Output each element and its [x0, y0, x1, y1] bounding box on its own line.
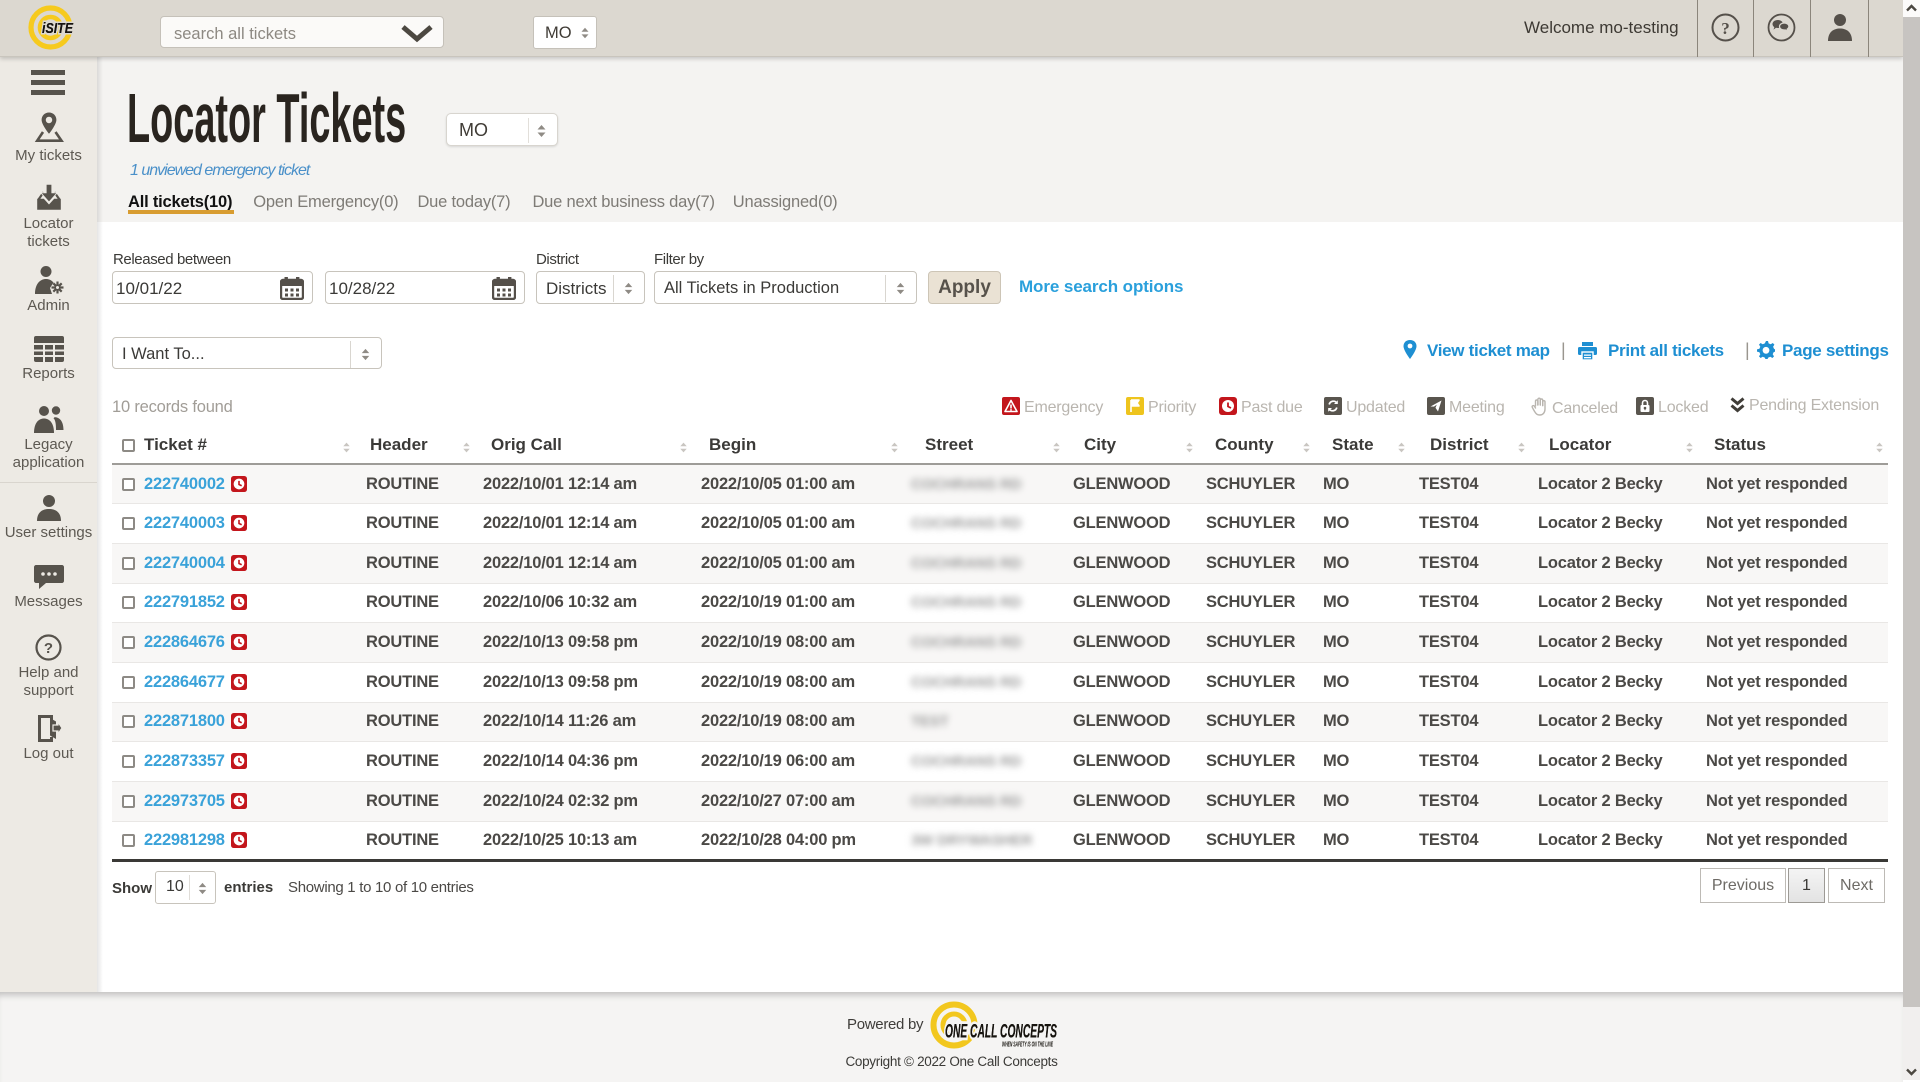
- svg-text:WHEN SAFETY IS ON THE LINE: WHEN SAFETY IS ON THE LINE: [1002, 1042, 1053, 1049]
- svg-text:?: ?: [1721, 19, 1730, 38]
- svg-text:ONE CALL CONCEPTS: ONE CALL CONCEPTS: [945, 1022, 1057, 1043]
- svg-text:iSITE: iSITE: [42, 21, 74, 37]
- svg-text:?: ?: [44, 640, 53, 657]
